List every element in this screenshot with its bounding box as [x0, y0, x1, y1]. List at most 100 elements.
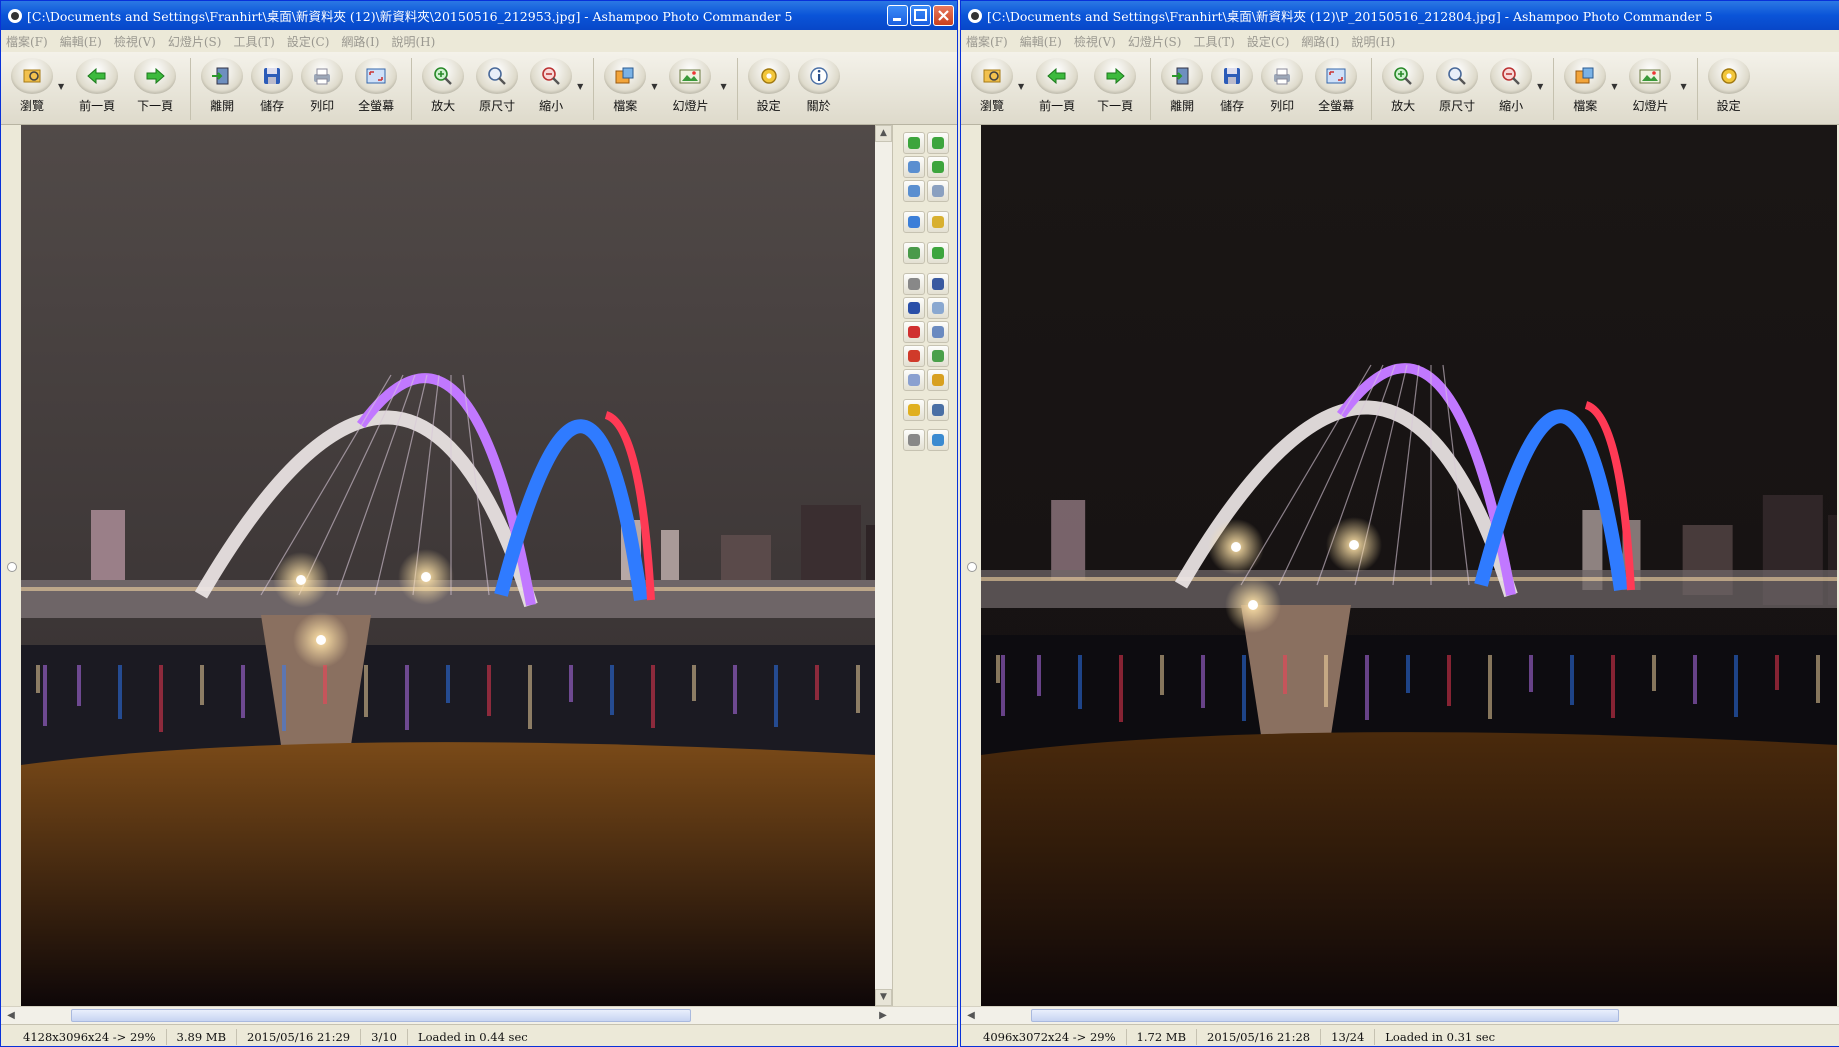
rectangle-tool-button[interactable] [927, 321, 949, 343]
toolbar-previous-arrow-button[interactable]: 前一頁 [68, 58, 126, 114]
rotate-90-tool-button[interactable] [903, 156, 925, 178]
rotate-right-tool-button[interactable] [927, 180, 949, 202]
toolbar-info-button[interactable]: 關於 [794, 58, 844, 114]
scroll-thumb[interactable] [71, 1009, 691, 1022]
menu-help[interactable]: 說明(H) [1351, 33, 1395, 50]
browse-icon [983, 69, 1001, 83]
toolbar-printer-button[interactable]: 列印 [297, 58, 347, 114]
select-frame-tool-button[interactable] [927, 273, 949, 295]
toolbar-fullscreen-button[interactable]: 全螢幕 [1307, 58, 1365, 114]
clone-stamp-tool-button[interactable] [903, 273, 925, 295]
toolbar-label: 設定 [1716, 99, 1741, 113]
menu-tools[interactable]: 工具(T) [233, 33, 274, 50]
maximize-button[interactable] [910, 5, 931, 26]
rotate-left-tool-button[interactable] [903, 132, 925, 154]
toolbar-zoom-out-button[interactable]: 縮小 [1486, 58, 1536, 114]
color-adjust-tool-button[interactable] [903, 211, 925, 233]
menu-network[interactable]: 網路(I) [341, 33, 379, 50]
scroll-up-arrow-icon[interactable]: ▲ [875, 125, 892, 142]
crop-tool-button[interactable] [927, 242, 949, 264]
flip-vertical-tool-button[interactable] [927, 132, 949, 154]
left-image-viewer[interactable] [21, 125, 875, 1006]
menu-tools[interactable]: 工具(T) [1193, 33, 1234, 50]
bridge-deck [981, 570, 1837, 608]
toolbar-exit-door-button[interactable]: 離開 [1157, 58, 1207, 114]
info-tool-button[interactable] [927, 399, 949, 421]
dropdown-arrow-icon[interactable]: ▼ [58, 82, 64, 91]
dropdown-arrow-icon[interactable]: ▼ [720, 82, 726, 91]
toolbar-file-manager-button[interactable]: 檔案 [1560, 58, 1610, 114]
toolbar-slideshow-button[interactable]: 幻燈片 [1621, 58, 1679, 114]
browse-icon [23, 69, 41, 83]
menu-network[interactable]: 網路(I) [1301, 33, 1339, 50]
toolbar-next-arrow-button[interactable]: 下一頁 [126, 58, 184, 114]
dropdown-arrow-icon[interactable]: ▼ [577, 82, 583, 91]
toolbar-settings-gear-button[interactable]: 設定 [744, 58, 794, 114]
right-image-viewer[interactable] [981, 125, 1837, 1006]
eraser-tool-button[interactable] [903, 369, 925, 391]
scroll-thumb[interactable] [1031, 1009, 1619, 1022]
toolbar-next-arrow-button[interactable]: 下一頁 [1086, 58, 1144, 114]
menu-view[interactable]: 檢視(V) [1074, 33, 1116, 50]
scroll-left-arrow-icon[interactable]: ◀ [963, 1008, 979, 1024]
rotate-180-tool-button[interactable] [903, 180, 925, 202]
menu-slideshow[interactable]: 幻燈片(S) [1128, 33, 1182, 50]
dropdown-arrow-icon[interactable]: ▼ [1018, 82, 1024, 91]
toolbar-zoom-in-button[interactable]: 放大 [1378, 58, 1428, 114]
toolbar-file-manager-button[interactable]: 檔案 [600, 58, 650, 114]
menu-edit[interactable]: 編輯(E) [1020, 33, 1062, 50]
toolbar-browse-button[interactable]: 瀏覽 [7, 58, 57, 114]
right-horizontal-scrollbar[interactable]: ◀ [961, 1006, 1839, 1025]
scroll-right-arrow-icon[interactable]: ▶ [875, 1008, 891, 1024]
color-palette-tool-button[interactable] [927, 429, 949, 451]
splitter-handle[interactable] [7, 561, 17, 572]
flip-horizontal-tool-button[interactable] [927, 156, 949, 178]
toolbar-previous-arrow-button[interactable]: 前一頁 [1028, 58, 1086, 114]
menu-edit[interactable]: 編輯(E) [60, 33, 102, 50]
splitter-handle[interactable] [967, 561, 977, 572]
scroll-left-arrow-icon[interactable]: ◀ [3, 1008, 19, 1024]
dropdown-arrow-icon[interactable]: ▼ [1680, 82, 1686, 91]
toolbar-printer-button[interactable]: 列印 [1257, 58, 1307, 114]
arrow-pointer-tool-button[interactable] [903, 345, 925, 367]
toolbar-label: 幻燈片 [672, 99, 709, 113]
left-title-bar[interactable]: [C:\Documents and Settings\Franhirt\桌面\新… [1, 1, 957, 30]
resize-tool-button[interactable] [903, 242, 925, 264]
bookmark-tool-button[interactable] [903, 399, 925, 421]
close-button[interactable] [933, 5, 954, 26]
toolbar-floppy-disk-button[interactable]: 儲存 [247, 58, 297, 114]
dropdown-arrow-icon[interactable]: ▼ [1537, 82, 1543, 91]
toolbar-settings-gear-button[interactable]: 設定 [1704, 58, 1754, 114]
toolbar-slideshow-button[interactable]: 幻燈片 [661, 58, 719, 114]
scroll-down-arrow-icon[interactable]: ▼ [875, 989, 892, 1006]
right-title-bar[interactable]: [C:\Documents and Settings\Franhirt\桌面\新… [961, 1, 1839, 30]
dropdown-arrow-icon[interactable]: ▼ [1611, 82, 1617, 91]
menu-slideshow[interactable]: 幻燈片(S) [168, 33, 222, 50]
menu-settings[interactable]: 設定(C) [1247, 33, 1290, 50]
deck-lights [981, 577, 1837, 581]
dropdown-arrow-icon[interactable]: ▼ [651, 82, 657, 91]
toolbar-floppy-disk-button[interactable]: 儲存 [1207, 58, 1257, 114]
menu-view[interactable]: 檢視(V) [114, 33, 156, 50]
pencil-tool-button[interactable] [927, 345, 949, 367]
menu-help[interactable]: 說明(H) [391, 33, 435, 50]
toolbar-zoom-in-button[interactable]: 放大 [418, 58, 468, 114]
effects-tool-button[interactable] [927, 369, 949, 391]
image-vertical-scrollbar[interactable]: ▲ ▼ [875, 125, 892, 1006]
image-properties-tool-button[interactable] [927, 211, 949, 233]
toolbar-actual-size-button[interactable]: 原尺寸 [468, 58, 526, 114]
menu-settings[interactable]: 設定(C) [287, 33, 330, 50]
toolbar-fullscreen-button[interactable]: 全螢幕 [347, 58, 405, 114]
minimize-button[interactable] [887, 5, 908, 26]
red-eye-tool-button[interactable] [903, 321, 925, 343]
toolbar-actual-size-button[interactable]: 原尺寸 [1428, 58, 1486, 114]
text-tool-tool-button[interactable] [903, 297, 925, 319]
toolbar-zoom-out-button[interactable]: 縮小 [526, 58, 576, 114]
menu-file[interactable]: 檔案(F) [6, 33, 48, 50]
left-horizontal-scrollbar[interactable]: ◀ ▶ [1, 1006, 957, 1025]
toolbar-browse-button[interactable]: 瀏覽 [967, 58, 1017, 114]
menu-file[interactable]: 檔案(F) [966, 33, 1008, 50]
toolbar-exit-door-button[interactable]: 離開 [197, 58, 247, 114]
magic-wand-tool-button[interactable] [903, 429, 925, 451]
speech-bubble-tool-button[interactable] [927, 297, 949, 319]
